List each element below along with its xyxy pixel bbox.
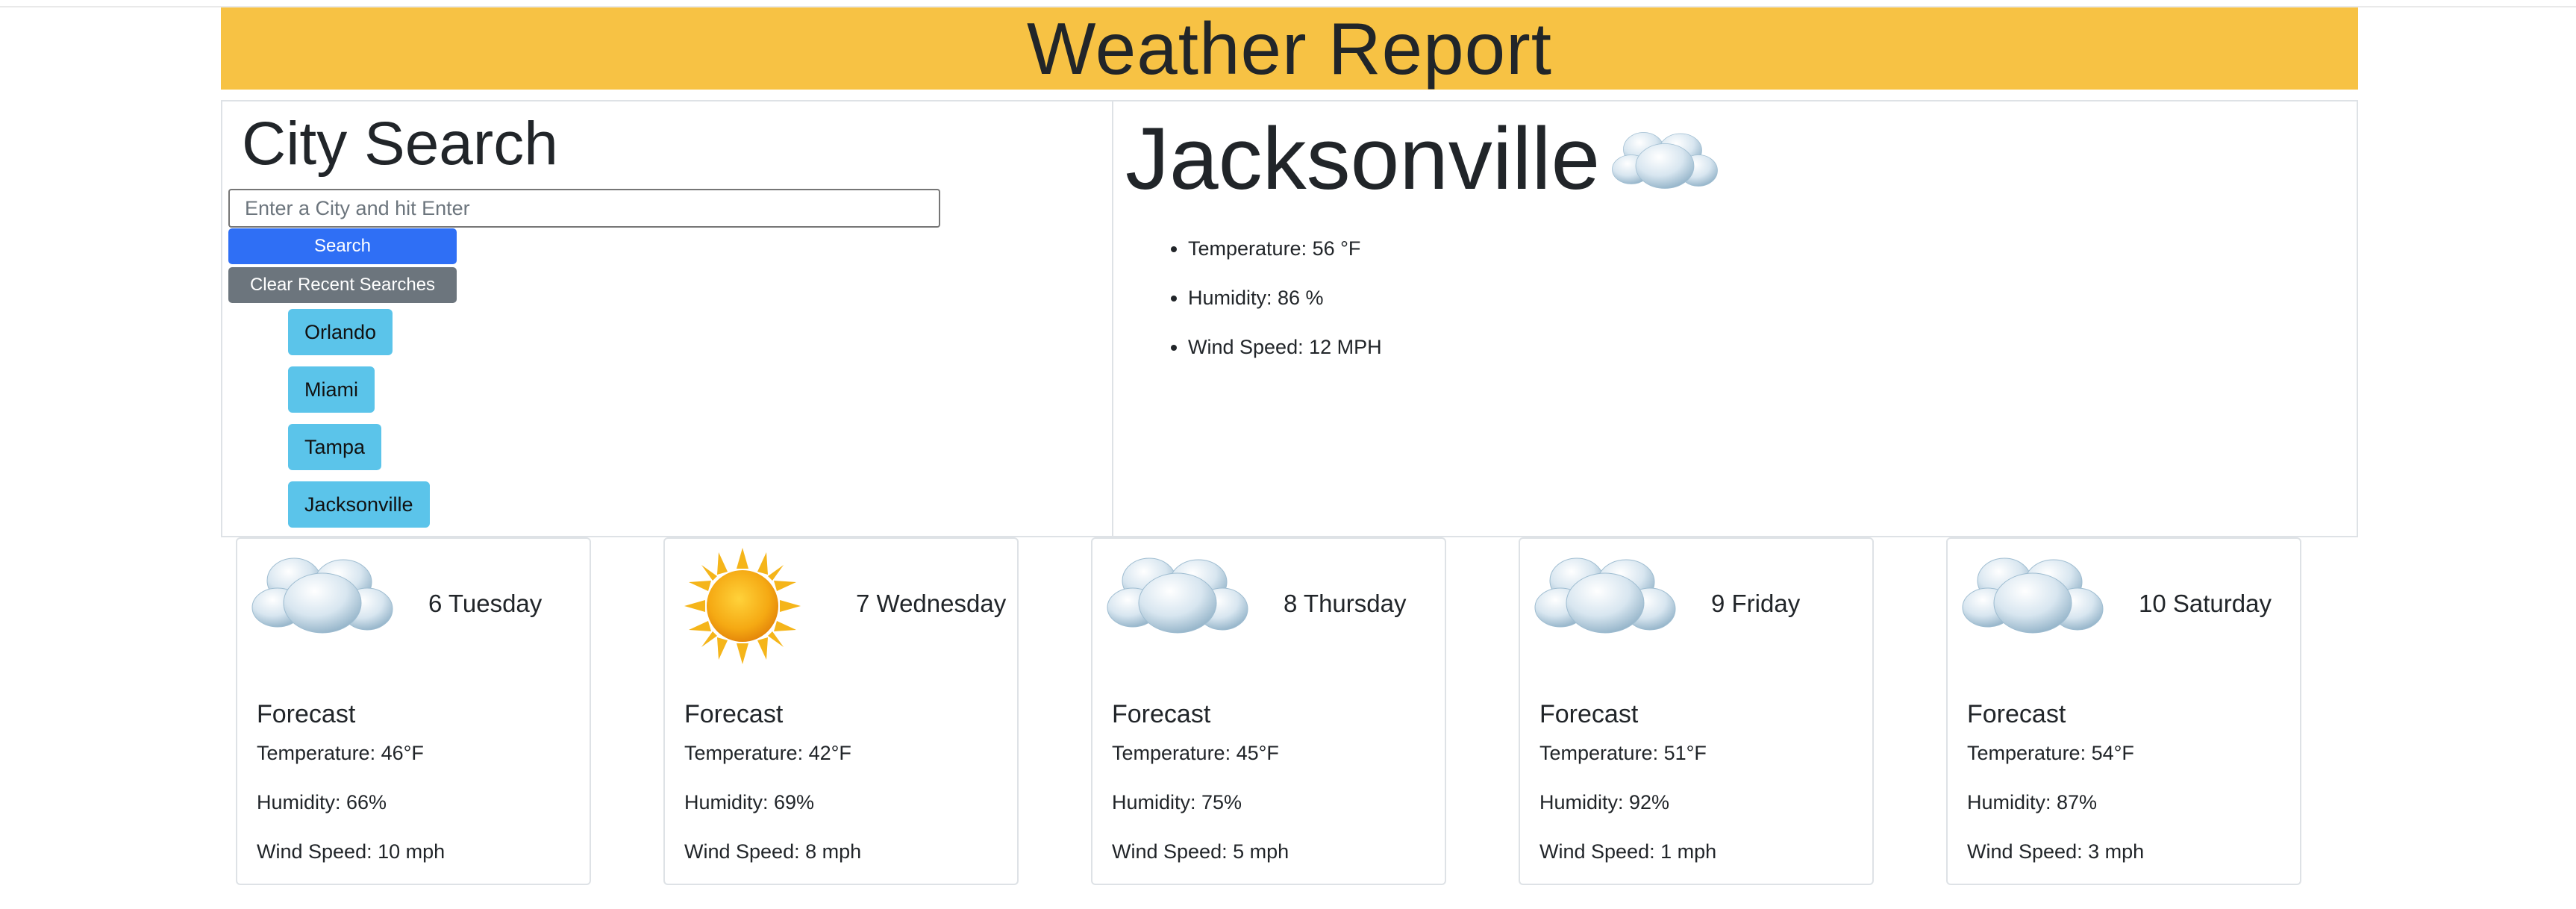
forecast-wind-speed: Wind Speed: 3 mph [1967,840,2145,863]
forecast-humidity: Humidity: 69% [684,791,815,813]
forecast-card: 8 Thursday Forecast Temperature: 45°F Hu… [1091,537,1446,885]
forecast-humidity: Humidity: 66% [257,791,387,813]
cloud-icon [1958,549,2107,639]
forecast-day: 6 Tuesday [428,590,543,617]
sun-icon [683,546,802,666]
top-row: City Search Search Clear Recent Searches… [221,100,2358,537]
cloud-icon [1531,549,1680,639]
forecast-temperature: Temperature: 54°F [1967,742,2134,764]
forecast-label: Forecast [684,700,784,728]
forecast-temperature: Temperature: 46°F [257,742,424,764]
forecast-day: 8 Thursday [1284,590,1407,617]
current-wind-speed: Wind Speed: 12 MPH [1188,336,1382,358]
forecast-day: 9 Friday [1711,590,1801,617]
city-search-heading: City Search [242,110,558,178]
recent-search-miami[interactable]: Miami [288,366,375,413]
forecast-day: 10 Saturday [2139,590,2272,617]
cloud-icon [1103,549,1252,639]
cloud-icon [1609,124,1721,195]
current-city-title: Jacksonville [1125,109,1721,210]
forecast-wind-speed: Wind Speed: 5 mph [1112,840,1289,863]
recent-search-jacksonville[interactable]: Jacksonville [288,481,430,528]
current-weather-panel: Jacksonville Temperature: 56 °F Humidity… [1112,101,2357,536]
forecast-wind-speed: Wind Speed: 1 mph [1539,840,1717,863]
forecast-label: Forecast [1967,700,2066,728]
forecast-temperature: Temperature: 51°F [1539,742,1707,764]
app-header: Weather Report [221,7,2358,90]
recent-searches-list: Orlando Miami Tampa Jacksonville [288,309,430,539]
current-humidity: Humidity: 86 % [1188,287,1382,309]
forecast-label: Forecast [257,700,356,728]
forecast-label: Forecast [1112,700,1211,728]
city-search-input[interactable] [228,189,940,228]
forecast-humidity: Humidity: 87% [1967,791,2098,813]
five-day-forecast: 6 Tuesday Forecast Temperature: 46°F Hum… [0,537,2576,885]
forecast-wind-speed: Wind Speed: 8 mph [684,840,862,863]
forecast-card: 7 Wednesday Forecast Temperature: 42°F H… [663,537,1019,885]
city-search-panel: City Search Search Clear Recent Searches… [222,101,1112,536]
page-title: Weather Report [1027,7,1552,90]
forecast-day: 7 Wednesday [856,590,1007,617]
search-button[interactable]: Search [228,228,457,264]
current-city-name: Jacksonville [1125,110,1601,208]
clear-recent-searches-button[interactable]: Clear Recent Searches [228,267,457,303]
forecast-humidity: Humidity: 92% [1539,791,1670,813]
forecast-wind-speed: Wind Speed: 10 mph [257,840,446,863]
current-temperature: Temperature: 56 °F [1188,237,1382,260]
forecast-card: 10 Saturday Forecast Temperature: 54°F H… [1946,537,2301,885]
recent-search-orlando[interactable]: Orlando [288,309,393,355]
forecast-label: Forecast [1539,700,1639,728]
forecast-humidity: Humidity: 75% [1112,791,1242,813]
forecast-temperature: Temperature: 42°F [684,742,851,764]
current-conditions-list: Temperature: 56 °F Humidity: 86 % Wind S… [1188,237,1382,385]
cloud-icon [248,549,397,639]
forecast-card: 9 Friday Forecast Temperature: 51°F Humi… [1519,537,1874,885]
recent-search-tampa[interactable]: Tampa [288,424,382,470]
forecast-card: 6 Tuesday Forecast Temperature: 46°F Hum… [236,537,591,885]
forecast-temperature: Temperature: 45°F [1112,742,1279,764]
